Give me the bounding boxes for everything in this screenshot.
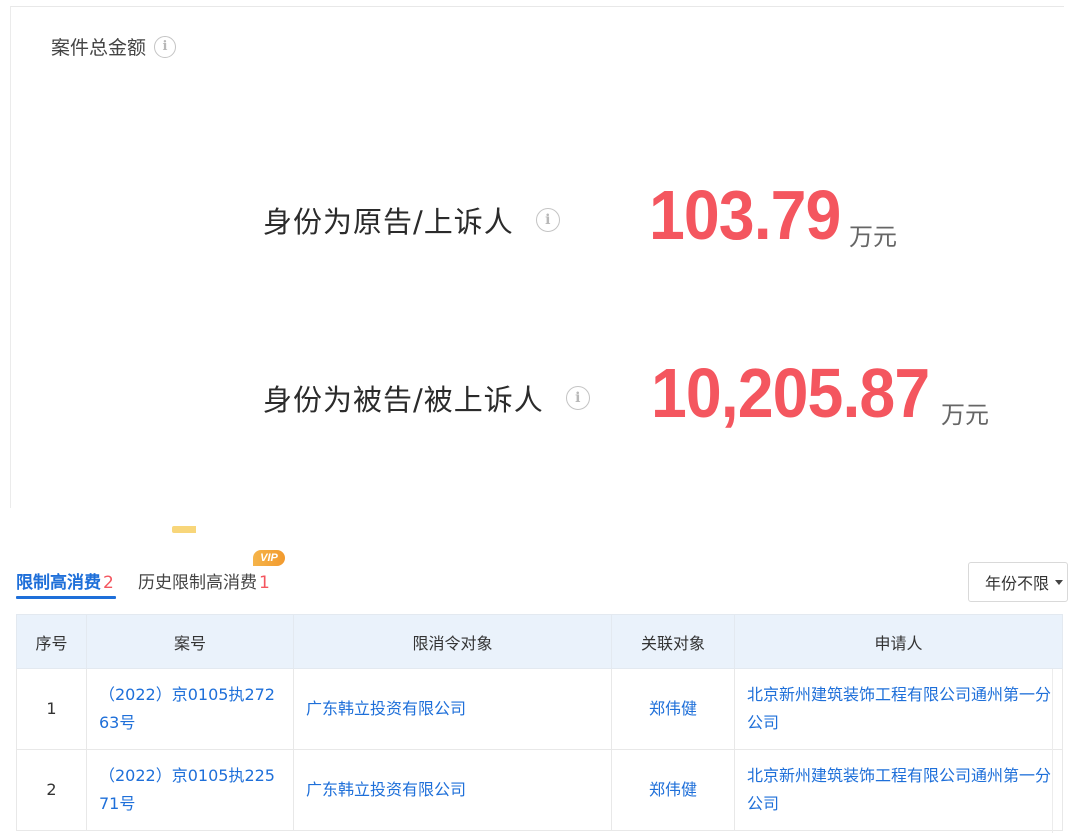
case-number-link[interactable]: （2022）京0105执27263号	[86, 668, 294, 750]
plaintiff-label: 身份为原告/上诉人	[263, 205, 514, 239]
row-seq: 2	[16, 749, 87, 831]
col-seq: 序号	[16, 614, 87, 669]
table-edge-divider	[1052, 669, 1053, 833]
card-title-text: 案件总金额	[51, 37, 147, 59]
defendant-amount: 10,205.87	[651, 354, 930, 432]
col-applicant: 申请人	[734, 614, 1063, 669]
tab-history-count: 1	[259, 573, 270, 593]
info-icon[interactable]: i	[154, 35, 177, 58]
tab-history-label: 历史限制高消费	[138, 573, 257, 593]
info-icon[interactable]: i	[565, 386, 590, 410]
col-case-no: 案号	[86, 614, 294, 669]
tab-restriction-count: 2	[103, 573, 114, 593]
vip-badge: VIP	[253, 550, 285, 566]
target-company-link[interactable]: 广东韩立投资有限公司	[293, 668, 612, 750]
defendant-row: 身份为被告/被上诉人 i	[263, 377, 590, 419]
tab-restriction-label: 限制高消费	[16, 573, 101, 593]
active-tab-indicator	[16, 596, 116, 599]
related-person-link[interactable]: 郑伟健	[611, 668, 735, 750]
card-title: 案件总金额 i	[51, 33, 177, 60]
applicant-link[interactable]: 北京新州建筑装饰工程有限公司通州第一分公司	[734, 668, 1063, 750]
applicant-link[interactable]: 北京新州建筑装饰工程有限公司通州第一分公司	[734, 749, 1063, 831]
defendant-label: 身份为被告/被上诉人	[263, 383, 544, 417]
heading-badge	[172, 526, 196, 533]
plaintiff-unit: 万元	[849, 223, 897, 251]
table-row: 2 （2022）京0105执22571号 广东韩立投资有限公司 郑伟健 北京新州…	[16, 749, 1063, 831]
table-header-row: 序号 案号 限消令对象 关联对象 申请人	[16, 614, 1063, 669]
table-row: 1 （2022）京0105执27263号 广东韩立投资有限公司 郑伟健 北京新州…	[16, 668, 1063, 750]
case-number-link[interactable]: （2022）京0105执22571号	[86, 749, 294, 831]
plaintiff-amount: 103.79	[649, 176, 841, 254]
defendant-unit: 万元	[941, 401, 989, 429]
section-heading-cropped	[16, 526, 196, 544]
tab-bar: 限制高消费 2 历史限制高消费 1 VIP	[16, 550, 1066, 600]
col-target: 限消令对象	[293, 614, 612, 669]
year-filter-label: 年份不限	[985, 574, 1050, 593]
col-related: 关联对象	[611, 614, 735, 669]
target-company-link[interactable]: 广东韩立投资有限公司	[293, 749, 612, 831]
plaintiff-row: 身份为原告/上诉人 i	[263, 199, 560, 241]
restriction-table: 序号 案号 限消令对象 关联对象 申请人 1 （2022）京0105执27263…	[16, 614, 1063, 831]
tab-restriction[interactable]: 限制高消费 2	[16, 568, 114, 593]
related-person-link[interactable]: 郑伟健	[611, 749, 735, 831]
year-filter-dropdown[interactable]: 年份不限	[968, 562, 1068, 602]
tab-history-restriction[interactable]: 历史限制高消费 1	[138, 568, 270, 593]
chevron-down-icon	[1055, 579, 1064, 585]
case-amount-card: 案件总金额 i 身份为原告/上诉人 i 103.79 万元 身份为被告/被上诉人…	[10, 6, 1064, 508]
row-seq: 1	[16, 668, 87, 750]
info-icon[interactable]: i	[535, 208, 560, 232]
